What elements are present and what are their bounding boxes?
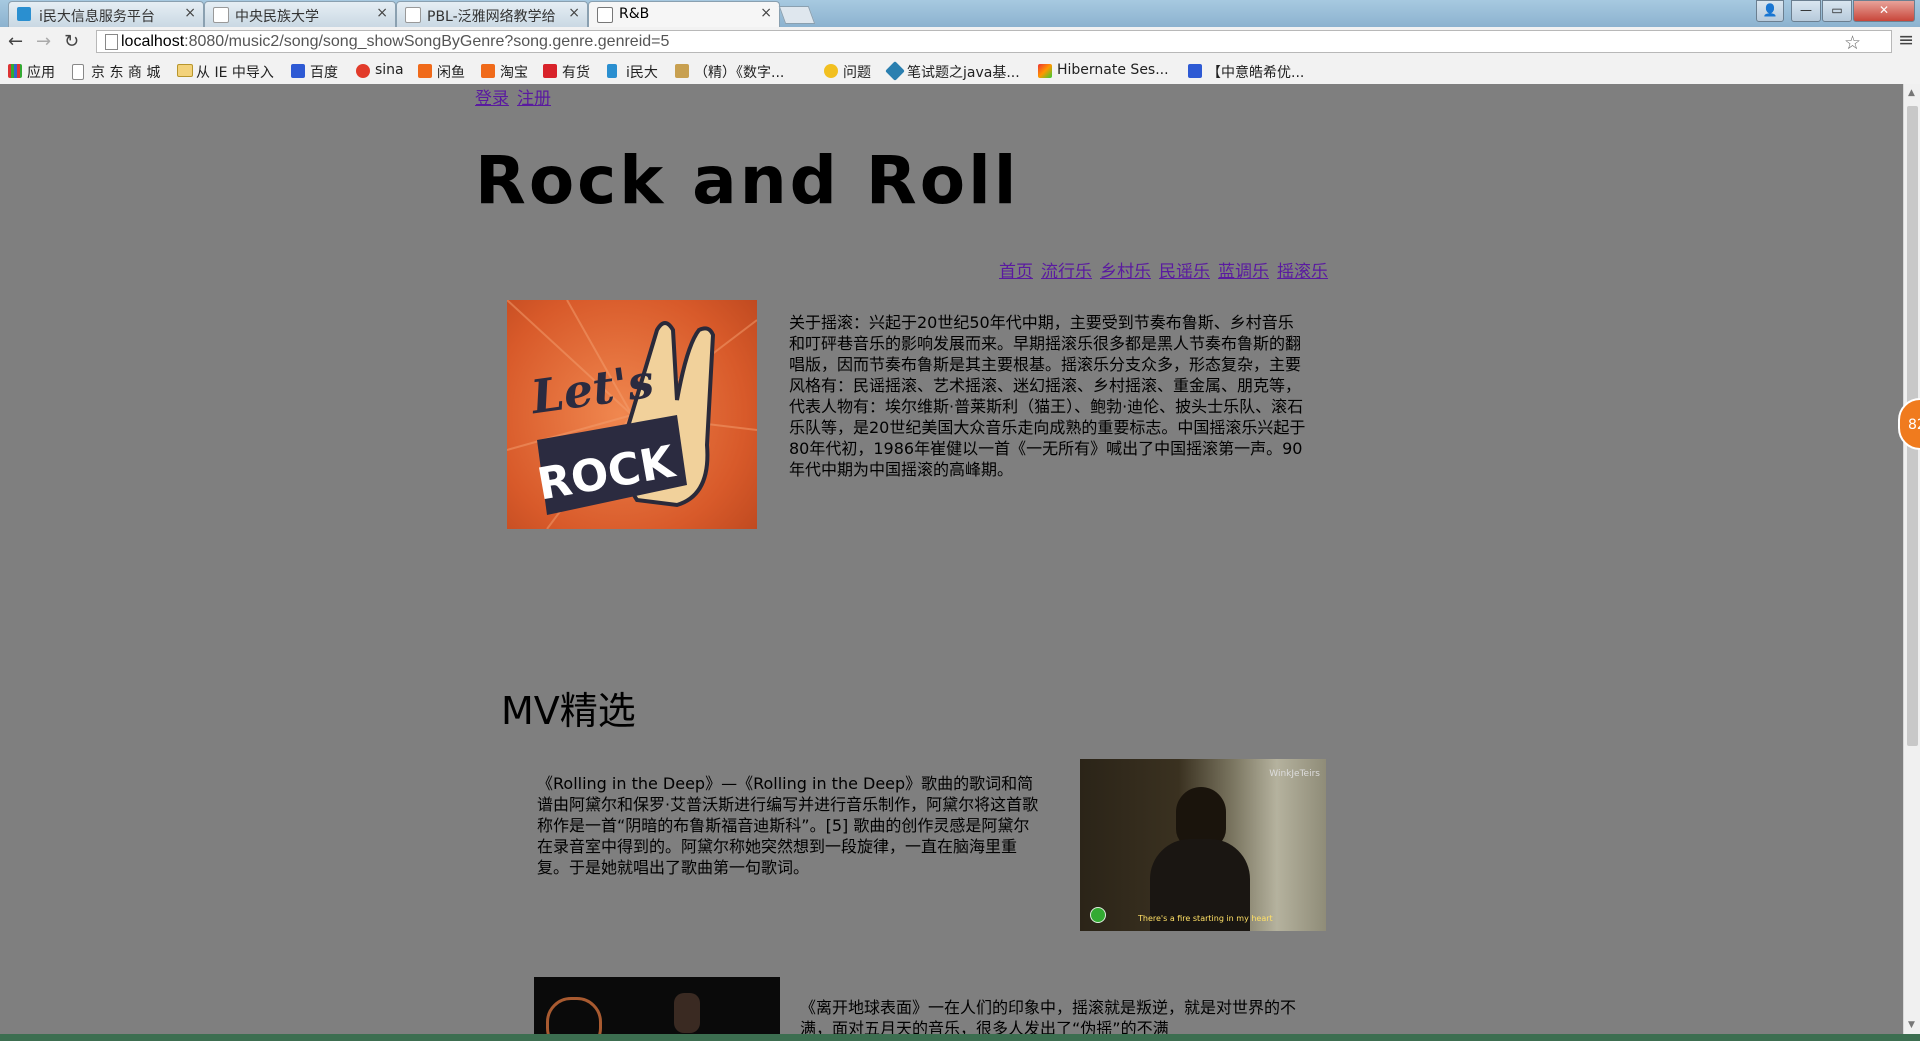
xianyu-icon [418, 64, 432, 78]
bookmark-jd[interactable]: 京 东 商 城 [72, 62, 160, 82]
page-scrollbar[interactable]: ▲ ▼ [1903, 84, 1920, 1034]
tab-label: i民大信息服务平台 [39, 9, 155, 25]
maximize-button[interactable]: ▭ [1822, 0, 1852, 22]
page-icon [213, 7, 229, 23]
close-icon[interactable]: × [184, 5, 196, 21]
smile-icon [824, 64, 838, 78]
page-title: Rock and Roll [475, 142, 1020, 219]
mv1-thumbnail[interactable]: WinkJeTeirs There's a fire starting in m… [1080, 759, 1326, 931]
address-bar[interactable]: localhost:8080/music2/song/song_showSong… [96, 30, 1892, 54]
bookmark-taobao[interactable]: 淘宝 [481, 62, 528, 82]
baidu-icon [291, 64, 305, 78]
bookmark-ie-import[interactable]: 从 IE 中导入 [177, 62, 274, 82]
page-icon [72, 64, 84, 80]
bookmark-xianyu[interactable]: 闲鱼 [418, 62, 465, 82]
performer-figure [674, 993, 700, 1033]
image-page-icon [597, 7, 613, 23]
bookmark-star-icon[interactable]: ☆ [1844, 32, 1861, 54]
new-tab-button[interactable] [778, 6, 816, 24]
reload-icon[interactable]: ↻ [64, 31, 79, 52]
bookmark-question[interactable]: 问题 [824, 62, 871, 82]
forward-icon[interactable]: → [36, 31, 51, 52]
rock-intro-text: 关于摇滚：兴起于20世纪50年代中期，主要受到节奏布鲁斯、乡村音乐和叮砰巷音乐的… [789, 313, 1306, 479]
bookmark-java[interactable]: 笔试题之java基... [885, 61, 1020, 82]
register-link[interactable]: 注册 [517, 89, 551, 109]
tab-strip: i民大信息服务平台 × 中央民族大学 × PBL-泛雅网络教学给 × R&B ×… [0, 0, 1920, 27]
lets-rock-image: Let's ROCK [507, 300, 757, 529]
bookmark-imd[interactable]: i民大 [607, 62, 658, 82]
page-content: 登录 注册 Rock and Roll 首页 流行乐 乡村乐 民谣乐 蓝调乐 摇滚乐 Let… [0, 84, 1903, 1034]
tab-imd-service[interactable]: i民大信息服务平台 × [8, 1, 204, 27]
tab-muc[interactable]: 中央民族大学 × [204, 1, 396, 27]
close-icon[interactable]: × [376, 5, 388, 21]
subtitle-text: There's a fire starting in my heart [1138, 914, 1273, 923]
colorful-icon [1038, 64, 1052, 78]
i-logo-icon [17, 7, 31, 21]
mv-section-heading: MV精选 [501, 689, 636, 733]
bookmark-baidu[interactable]: 百度 [291, 62, 338, 82]
scroll-down-icon[interactable]: ▼ [1908, 1020, 1915, 1030]
browser-toolbar: ← → ↻ localhost:8080/music2/song/song_sh… [0, 27, 1920, 59]
folder-icon [177, 64, 193, 77]
url-text[interactable]: localhost:8080/music2/song/song_showSong… [121, 33, 669, 51]
bookmark-sina[interactable]: sina [356, 62, 404, 78]
auth-links: 登录 注册 [475, 84, 559, 109]
bookmark-apps[interactable]: 应用 [8, 62, 55, 82]
page-icon [405, 7, 421, 23]
tab-pbl[interactable]: PBL-泛雅网络教学给 × [396, 1, 588, 27]
nav-home[interactable]: 首页 [999, 262, 1033, 282]
mv1-description: 《Rolling in the Deep》—《Rolling in the De… [537, 774, 1039, 877]
nav-country[interactable]: 乡村乐 [1100, 262, 1151, 282]
bookmarks-bar: 应用 京 东 商 城 从 IE 中导入 百度 sina 闲鱼 淘宝 有货 i民大… [0, 58, 1920, 85]
genre-nav: 首页 流行乐 乡村乐 民谣乐 蓝调乐 摇滚乐 [999, 257, 1336, 282]
youhuo-icon [543, 64, 557, 78]
mv2-description: 《离开地球表面》一在人们的印象中，摇滚就是叛逆，就是对世界的不满，面对五月天的音… [800, 998, 1297, 1034]
taobao-icon [481, 64, 495, 78]
back-icon[interactable]: ← [8, 31, 23, 52]
nav-blues[interactable]: 蓝调乐 [1218, 262, 1269, 282]
play-icon[interactable] [1090, 907, 1106, 923]
channel-logo: WinkJeTeirs [1269, 769, 1320, 779]
menu-icon[interactable]: ≡ [1898, 29, 1914, 51]
bookmark-zhongyi[interactable]: 【中意皓希优... [1188, 62, 1304, 82]
weibo-icon [356, 64, 370, 78]
diamond-icon [885, 61, 905, 81]
close-icon[interactable]: × [760, 5, 772, 21]
taskbar [0, 1034, 1920, 1041]
bookmark-hibernate[interactable]: Hibernate Ses... [1038, 62, 1169, 78]
i-logo-icon [607, 64, 617, 78]
scroll-up-icon[interactable]: ▲ [1908, 88, 1915, 98]
login-link[interactable]: 登录 [475, 89, 509, 109]
tab-label: R&B [619, 6, 650, 22]
paw-icon [1188, 64, 1202, 78]
book-icon [675, 64, 689, 78]
page-icon [105, 34, 118, 50]
mv2-thumbnail[interactable] [534, 977, 780, 1034]
minimize-button[interactable]: — [1791, 0, 1821, 22]
spiral-light [546, 997, 602, 1034]
nav-folk[interactable]: 民谣乐 [1159, 262, 1210, 282]
tab-label: PBL-泛雅网络教学给 [427, 9, 556, 25]
tab-rnb[interactable]: R&B × [588, 1, 780, 27]
close-icon[interactable]: × [568, 5, 580, 21]
nav-rock[interactable]: 摇滚乐 [1277, 262, 1328, 282]
nav-pop[interactable]: 流行乐 [1041, 262, 1092, 282]
bookmark-digital[interactable]: （精）《数字... [675, 62, 784, 82]
bookmark-youhuo[interactable]: 有货 [543, 62, 590, 82]
apps-icon [8, 64, 22, 78]
close-window-button[interactable]: ✕ [1853, 0, 1915, 22]
tab-label: 中央民族大学 [235, 9, 319, 25]
user-icon[interactable]: 👤 [1756, 0, 1784, 22]
